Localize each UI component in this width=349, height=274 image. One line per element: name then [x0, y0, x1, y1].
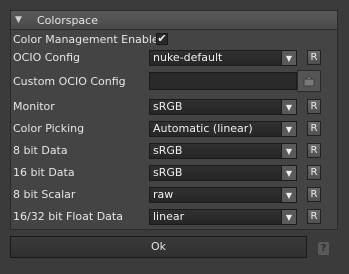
chevron-down-icon[interactable]: ▼	[281, 210, 296, 224]
row-custom-ocio: Custom OCIO Config	[11, 70, 337, 94]
monitor-value: sRGB	[153, 100, 183, 113]
section-title: Colorspace	[37, 13, 98, 27]
8bit-scalar-value: raw	[153, 188, 174, 201]
float-data-value: linear	[153, 210, 185, 223]
float-data-dropdown[interactable]: linear ▼	[149, 209, 297, 225]
color-picking-label: Color Picking	[13, 122, 85, 135]
monitor-reset-button[interactable]: R	[307, 99, 321, 114]
ocio-config-dropdown[interactable]: nuke-default ▼	[149, 50, 297, 66]
color-management-checkbox[interactable]: ✔	[156, 33, 168, 45]
16bit-data-reset-button[interactable]: R	[307, 165, 321, 180]
chevron-down-icon[interactable]: ▼	[281, 51, 296, 65]
color-picking-dropdown[interactable]: Automatic (linear) ▼	[149, 121, 297, 137]
collapse-triangle-icon[interactable]: ▼	[15, 15, 25, 25]
8bit-data-reset-button[interactable]: R	[307, 143, 321, 158]
8bit-scalar-reset-button[interactable]: R	[307, 187, 321, 202]
row-ocio-config: OCIO Config nuke-default ▼ R	[11, 47, 337, 69]
custom-ocio-label: Custom OCIO Config	[13, 75, 126, 88]
colorspace-panel: ▼ Colorspace Color Management Enabled ✔ …	[10, 10, 338, 230]
chevron-down-icon[interactable]: ▼	[281, 100, 296, 114]
8bit-data-label: 8 bit Data	[13, 144, 68, 157]
row-color-picking: Color Picking Automatic (linear) ▼ R	[11, 118, 337, 140]
color-picking-reset-button[interactable]: R	[307, 121, 321, 136]
8bit-scalar-dropdown[interactable]: raw ▼	[149, 187, 297, 203]
row-8bit-scalar: 8 bit Scalar raw ▼ R	[11, 184, 337, 206]
row-8bit-data: 8 bit Data sRGB ▼ R	[11, 140, 337, 162]
16bit-data-dropdown[interactable]: sRGB ▼	[149, 165, 297, 181]
ok-button[interactable]: Ok	[10, 236, 307, 258]
row-monitor: Monitor sRGB ▼ R	[11, 96, 337, 118]
8bit-data-value: sRGB	[153, 144, 183, 157]
float-data-reset-button[interactable]: R	[307, 209, 321, 224]
custom-ocio-input[interactable]	[149, 72, 297, 90]
float-data-label: 16/32 bit Float Data	[13, 210, 123, 223]
16bit-data-label: 16 bit Data	[13, 166, 75, 179]
folder-browse-button[interactable]	[297, 70, 321, 92]
chevron-down-icon[interactable]: ▼	[281, 188, 296, 202]
chevron-down-icon[interactable]: ▼	[281, 122, 296, 136]
row-16bit-data: 16 bit Data sRGB ▼ R	[11, 162, 337, 184]
folder-icon	[303, 75, 315, 87]
color-picking-value: Automatic (linear)	[153, 122, 253, 135]
monitor-dropdown[interactable]: sRGB ▼	[149, 99, 297, 115]
8bit-scalar-label: 8 bit Scalar	[13, 188, 76, 201]
16bit-data-value: sRGB	[153, 166, 183, 179]
help-icon[interactable]: ?	[318, 242, 329, 255]
colorspace-section-header[interactable]: ▼ Colorspace	[11, 11, 337, 30]
ocio-config-label: OCIO Config	[13, 51, 81, 64]
ocio-config-value: nuke-default	[153, 51, 223, 64]
8bit-data-dropdown[interactable]: sRGB ▼	[149, 143, 297, 159]
chevron-down-icon[interactable]: ▼	[281, 144, 296, 158]
chevron-down-icon[interactable]: ▼	[281, 166, 296, 180]
monitor-label: Monitor	[13, 100, 55, 113]
row-float-data: 16/32 bit Float Data linear ▼ R	[11, 206, 337, 228]
ocio-config-reset-button[interactable]: R	[307, 50, 321, 65]
